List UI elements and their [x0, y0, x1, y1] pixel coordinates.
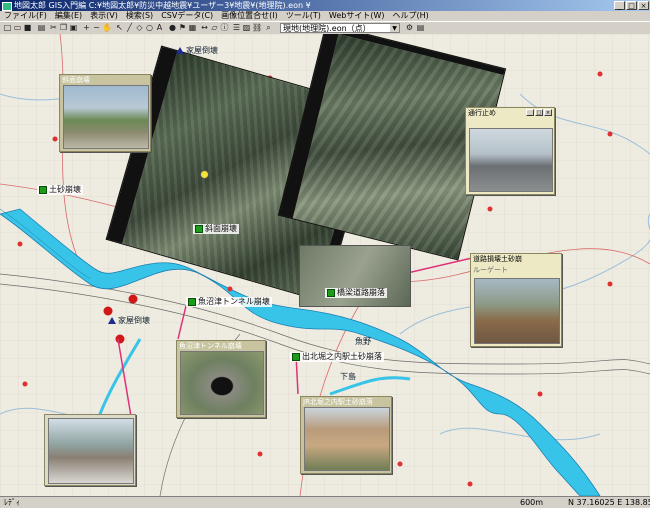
- save-icon[interactable]: ■: [23, 23, 32, 32]
- cut-icon[interactable]: ✂: [49, 23, 58, 32]
- place-label: 下島: [340, 372, 356, 381]
- status-bar: ﾚﾃﾞｨ 600m N 37.16025 E 138.85169: [0, 496, 650, 508]
- scale-readout: 600m: [520, 498, 544, 507]
- open-icon[interactable]: ▭: [13, 23, 22, 32]
- text-icon[interactable]: A: [155, 23, 164, 32]
- close-button[interactable]: ×: [544, 109, 552, 116]
- window-title: 地図太郎 GIS入門編 C:¥地図太郎¥防災中越地震¥ユーザー3¥地震¥(地理院…: [14, 1, 311, 10]
- menu-edit[interactable]: 編集(E): [51, 11, 86, 21]
- line-icon[interactable]: ╱: [125, 23, 134, 32]
- river-label: 魚野: [355, 337, 371, 346]
- toolbar: □ ▭ ■ ▤ ✂ ❐ ▣ + − ✋ ↖ ╱ ◇ ○ A ● ⚑ ▦ ↔ ▱ …: [0, 21, 650, 35]
- marker-station-landslide[interactable]: 出北堀之内駅土砂崩落: [290, 352, 384, 362]
- status-text: ﾚﾃﾞｨ: [4, 498, 20, 507]
- pointer-icon[interactable]: ↖: [115, 23, 124, 32]
- photo-tunnel[interactable]: 魚沼津トンネル崩壊: [176, 340, 266, 418]
- photo-image: [304, 407, 390, 471]
- link-icon[interactable]: ⛓: [252, 23, 262, 32]
- map-canvas[interactable]: 斜面崩壊 通行止め _ □ × 道路損壊土砂崩 ルーゲート 魚沼津トンネル崩壊 …: [0, 34, 650, 496]
- flag-icon[interactable]: ⚑: [178, 23, 187, 32]
- title-bar: 地図太郎 GIS入門編 C:¥地図太郎¥防災中越地震¥ユーザー3¥地震¥(地理院…: [0, 0, 650, 11]
- menu-bar: ファイル(F) 編集(E) 表示(V) 検索(S) CSVデータ(C) 画像位置…: [0, 11, 650, 21]
- app-icon: [2, 2, 12, 11]
- area-icon[interactable]: ▱: [210, 23, 219, 32]
- menu-image-align[interactable]: 画像位置合せ(I): [217, 11, 282, 21]
- measure-icon[interactable]: ↔: [200, 23, 209, 32]
- minimize-button[interactable]: _: [614, 1, 625, 10]
- polygon-icon[interactable]: ◇: [135, 23, 144, 32]
- photo-image: [48, 418, 134, 484]
- zoom-out-icon[interactable]: −: [92, 23, 101, 32]
- photo-station-landslide[interactable]: JR北堀之内駅土砂崩落: [300, 396, 392, 474]
- zoom-in-icon[interactable]: +: [82, 23, 91, 32]
- copy-icon[interactable]: ❐: [59, 23, 68, 32]
- photo-image: [474, 278, 560, 344]
- photo-road-damage[interactable]: 道路損壊土砂崩 ルーゲート: [470, 253, 562, 347]
- layer-select[interactable]: 現地(地理院).eon（点） ▼: [280, 23, 400, 33]
- paste-icon[interactable]: ▣: [69, 23, 78, 32]
- photo-collapsed-house[interactable]: [44, 414, 136, 486]
- menu-view[interactable]: 表示(V): [86, 11, 122, 21]
- menu-help[interactable]: ヘルプ(H): [389, 11, 433, 21]
- properties-icon[interactable]: ▤: [416, 23, 425, 32]
- menu-csv[interactable]: CSVデータ(C): [157, 11, 217, 21]
- chevron-down-icon[interactable]: ▼: [390, 24, 399, 32]
- coordinates-readout: N 37.16025 E 138.85169: [568, 498, 650, 507]
- menu-search[interactable]: 検索(S): [122, 11, 157, 21]
- marker-tunnel[interactable]: 魚沼津トンネル崩壊: [186, 297, 272, 307]
- marker-house-collapse-2[interactable]: 家屋倒壊: [108, 315, 150, 326]
- minimize-button[interactable]: _: [526, 109, 534, 116]
- photo-image: [63, 85, 149, 149]
- menu-website[interactable]: Webサイト(W): [325, 11, 389, 21]
- photo-image: [180, 351, 264, 415]
- marker-landslide-left[interactable]: 土砂崩壊: [37, 185, 83, 195]
- menu-tools[interactable]: ツール(T): [282, 11, 325, 21]
- info-icon[interactable]: ⓘ: [220, 23, 229, 32]
- menu-file[interactable]: ファイル(F): [0, 11, 51, 21]
- hand-icon[interactable]: ✋: [102, 23, 112, 32]
- point-icon[interactable]: ●: [168, 23, 177, 32]
- current-location-marker[interactable]: [200, 170, 209, 179]
- new-icon[interactable]: □: [3, 23, 12, 32]
- maximize-button[interactable]: □: [626, 1, 637, 10]
- grid-icon[interactable]: ▦: [188, 23, 197, 32]
- photo-image: [469, 128, 553, 192]
- layer-icon[interactable]: ☰: [232, 23, 241, 32]
- photo-road-closed[interactable]: 通行止め _ □ ×: [465, 107, 555, 195]
- image-icon[interactable]: ▨: [242, 23, 251, 32]
- photo-slope-collapse[interactable]: 斜面崩壊: [59, 74, 151, 152]
- close-button[interactable]: ×: [638, 1, 649, 10]
- maximize-button[interactable]: □: [535, 109, 543, 116]
- layer-settings-icon[interactable]: ⚙: [405, 23, 414, 32]
- marker-slope-collapse[interactable]: 斜面崩壊: [193, 224, 239, 234]
- circle-icon[interactable]: ○: [145, 23, 154, 32]
- print-icon[interactable]: ▤: [37, 23, 46, 32]
- marker-road-collapse[interactable]: 橋梁道路崩落: [325, 288, 387, 298]
- marker-house-collapse[interactable]: 家屋倒壊: [176, 45, 218, 56]
- search-icon[interactable]: ⌕: [264, 23, 273, 32]
